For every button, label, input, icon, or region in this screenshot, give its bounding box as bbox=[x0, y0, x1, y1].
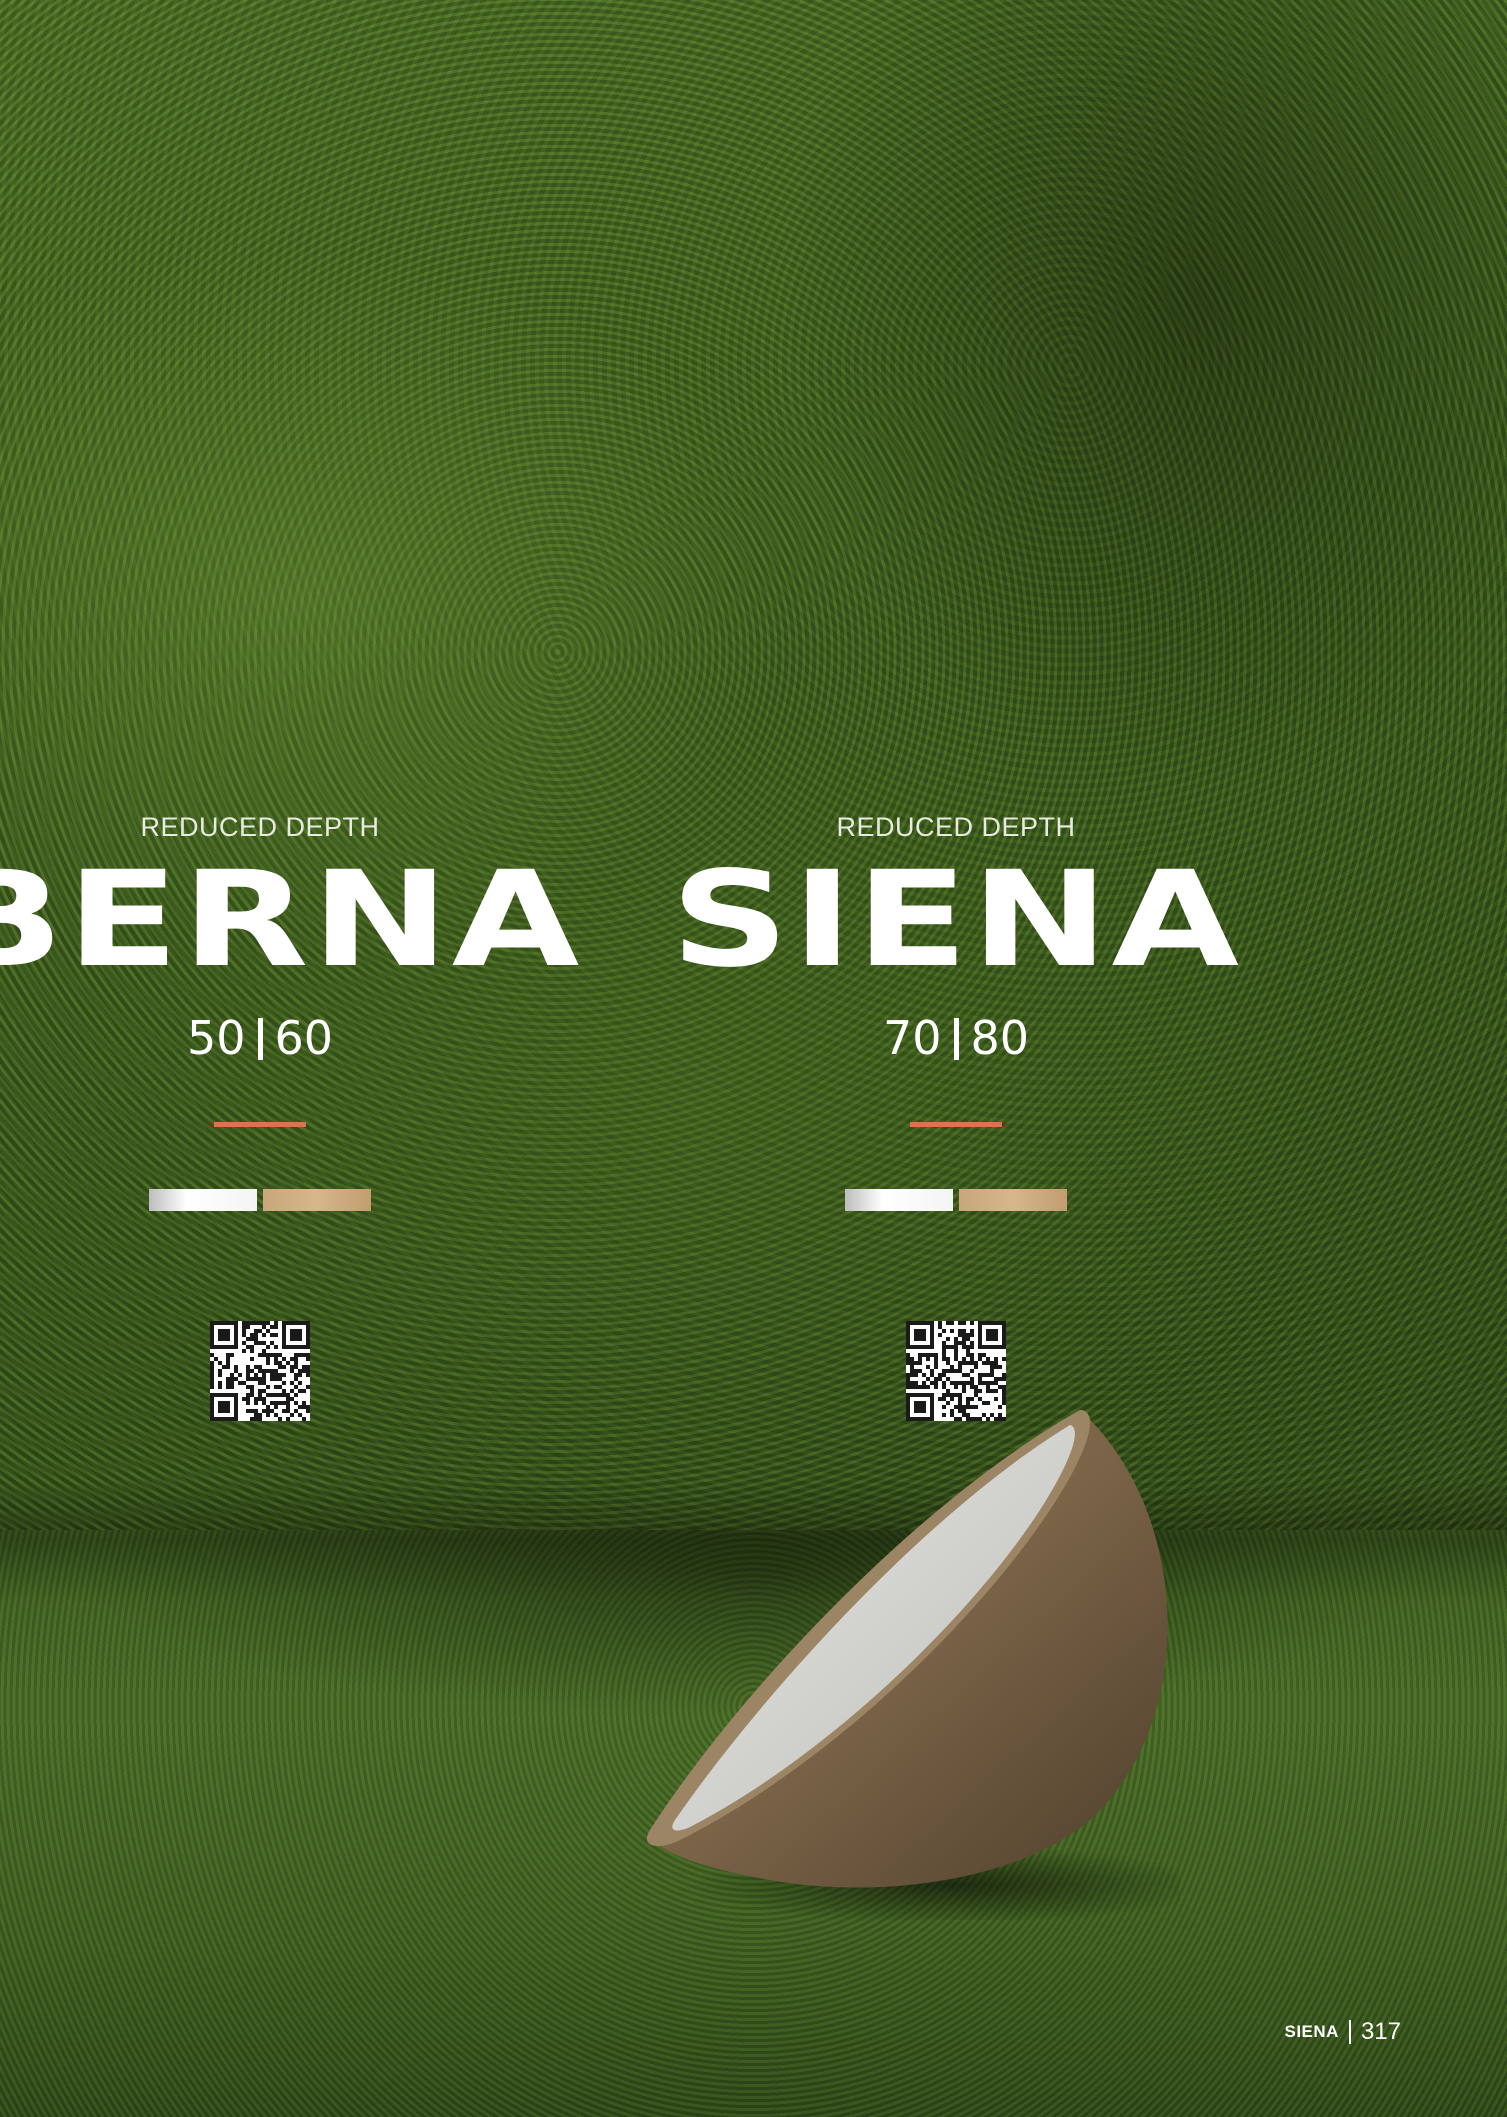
product-subtitle: REDUCED DEPTH bbox=[836, 812, 1076, 842]
finish-swatch-white bbox=[845, 1189, 953, 1211]
size-option: 70 bbox=[882, 1011, 942, 1065]
qr-code-icon[interactable] bbox=[210, 1321, 310, 1421]
product-name: BERNA bbox=[0, 843, 582, 997]
qr-code-icon[interactable] bbox=[906, 1321, 1006, 1421]
size-option: 50 bbox=[186, 1011, 246, 1065]
page-number: 317 bbox=[1360, 2018, 1401, 2045]
product-sizes: 50 60 bbox=[0, 1010, 520, 1066]
size-separator bbox=[953, 1018, 959, 1060]
size-separator bbox=[257, 1018, 263, 1060]
accent-line bbox=[910, 1122, 1002, 1127]
finish-swatch-wood bbox=[959, 1189, 1067, 1211]
product-subtitle: REDUCED DEPTH bbox=[140, 812, 380, 842]
product-name: SIENA bbox=[670, 843, 1242, 997]
accent-line bbox=[214, 1122, 306, 1127]
product-siena: REDUCED DEPTH SIENA 70 80 bbox=[670, 810, 1239, 1421]
size-option: 80 bbox=[970, 1011, 1030, 1065]
footer-separator bbox=[1348, 2020, 1351, 2044]
washbasin-bowl-image bbox=[646, 1410, 1180, 1920]
finish-swatch-wood bbox=[263, 1189, 371, 1211]
finish-swatch-white bbox=[149, 1189, 257, 1211]
finish-swatches bbox=[696, 1189, 1216, 1211]
product-berna: REDUCED DEPTH BERNA 50 60 bbox=[0, 810, 579, 1421]
footer-collection-name: SIENA bbox=[1284, 2022, 1339, 2041]
page-footer: SIENA 317 bbox=[1284, 2018, 1401, 2046]
product-sizes: 70 80 bbox=[696, 1010, 1216, 1066]
size-option: 60 bbox=[274, 1011, 334, 1065]
finish-swatches bbox=[0, 1189, 520, 1211]
